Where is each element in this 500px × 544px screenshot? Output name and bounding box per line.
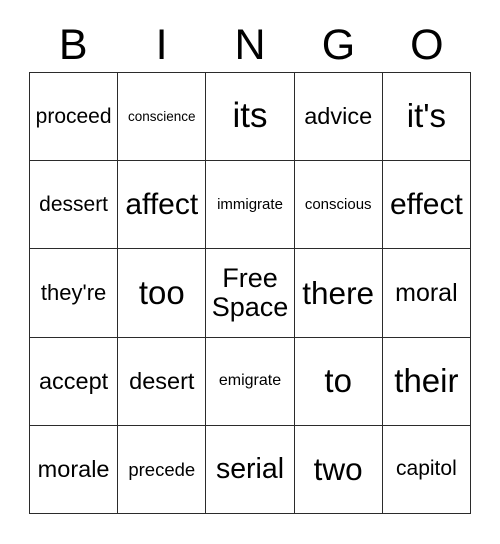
bingo-cell[interactable]: it's <box>382 73 471 162</box>
bingo-cell[interactable]: morale <box>30 425 119 514</box>
header-letter-i: I <box>155 20 168 69</box>
bingo-cell-label: dessert <box>39 192 109 216</box>
bingo-cell[interactable]: serial <box>206 425 295 514</box>
bingo-cell[interactable]: accept <box>30 337 119 426</box>
bingo-cell-label: conscious <box>304 195 372 213</box>
bingo-cell-label: moral <box>395 278 458 307</box>
bingo-cell-label: accept <box>38 367 109 394</box>
bingo-cell[interactable]: advice <box>294 73 383 162</box>
header-letter-n: N <box>234 20 266 69</box>
bingo-cell[interactable]: emigrate <box>206 337 295 426</box>
bingo-cell[interactable]: moral <box>382 249 471 338</box>
header-letter-b: B <box>58 20 88 69</box>
bingo-cell-label: capitol <box>396 457 457 481</box>
bingo-cell-free-space[interactable]: Free Space <box>206 249 295 338</box>
bingo-cell-label: it's <box>406 97 447 135</box>
bingo-cell[interactable]: immigrate <box>206 161 295 250</box>
bingo-cell[interactable]: its <box>206 73 295 162</box>
bingo-cell[interactable]: too <box>118 249 207 338</box>
bingo-cell[interactable]: to <box>294 337 383 426</box>
bingo-cell-label: morale <box>37 456 110 483</box>
bingo-grid: proceed conscience its advice it's dessert aff… <box>29 72 471 514</box>
bingo-cell[interactable]: their <box>382 337 471 426</box>
bingo-card: B I N G O proceed conscience its advice it's… <box>0 0 500 544</box>
bingo-cell-label: effect <box>389 188 463 222</box>
bingo-cell-label: to <box>324 362 352 400</box>
bingo-cell-label: they're <box>40 279 107 305</box>
bingo-cell[interactable]: affect <box>118 161 207 250</box>
bingo-cell[interactable]: effect <box>382 161 471 250</box>
bingo-cell[interactable]: precede <box>118 425 207 514</box>
bingo-cell-label: immigrate <box>217 195 283 213</box>
bingo-cell[interactable]: conscience <box>118 73 207 162</box>
bingo-cell-label: there <box>302 274 375 311</box>
bingo-cell-label: too <box>138 273 185 311</box>
header-letter-g: G <box>321 20 356 69</box>
bingo-cell[interactable]: capitol <box>382 425 471 514</box>
bingo-cell[interactable]: they're <box>30 249 119 338</box>
bingo-cell[interactable]: conscious <box>294 161 383 250</box>
bingo-cell-label: affect <box>125 188 199 222</box>
bingo-cell-label: its <box>232 96 268 136</box>
bingo-cell[interactable]: dessert <box>30 161 119 250</box>
header-letter-o: O <box>410 20 444 69</box>
bingo-cell-label: proceed <box>35 104 112 128</box>
bingo-cell[interactable]: there <box>294 249 383 338</box>
bingo-cell-label: Free Space <box>211 262 289 322</box>
bingo-cell-label: advice <box>304 103 373 130</box>
bingo-cell-label: their <box>394 362 459 400</box>
bingo-cell[interactable]: desert <box>118 337 207 426</box>
bingo-cell-label: desert <box>129 367 195 394</box>
bingo-header: B I N G O <box>29 18 471 72</box>
bingo-cell-label: precede <box>128 458 196 480</box>
bingo-cell-label: conscience <box>128 108 196 124</box>
bingo-cell[interactable]: two <box>294 425 383 514</box>
bingo-cell-label: emigrate <box>218 371 282 389</box>
bingo-cell-label: serial <box>215 452 285 485</box>
bingo-cell-label: two <box>313 451 363 488</box>
bingo-cell[interactable]: proceed <box>30 73 119 162</box>
